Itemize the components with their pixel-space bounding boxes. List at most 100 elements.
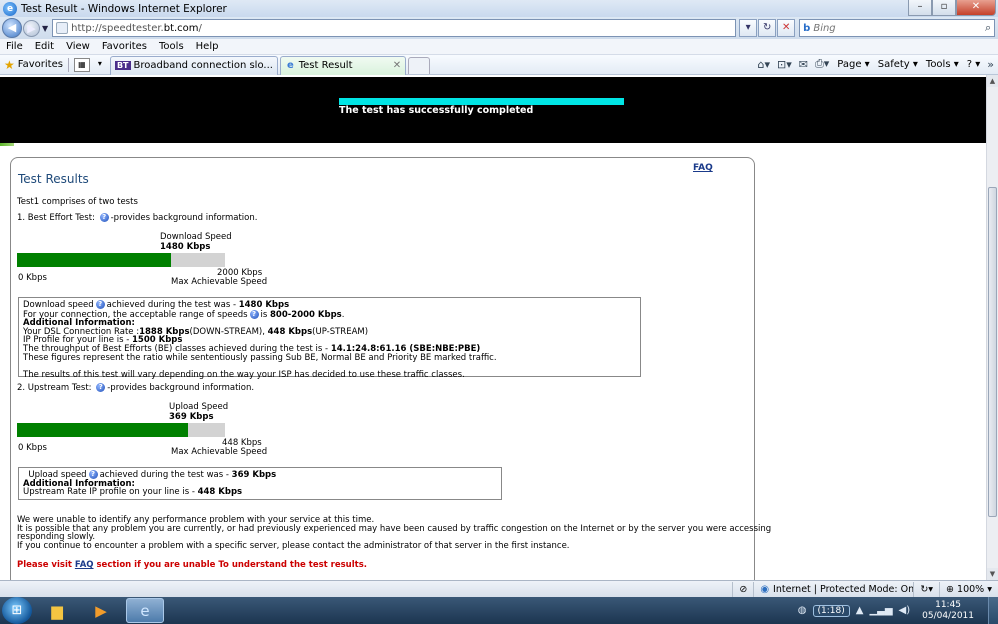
window-controls: – ▫ ✕ xyxy=(908,0,996,16)
ie-tab-icon: e xyxy=(286,60,294,71)
forward-button[interactable]: ▶ xyxy=(23,19,40,37)
test1-heading: 1. Best Effort Test: ? -provides backgrou… xyxy=(17,213,258,223)
explorer-taskbar-icon[interactable]: ▆ xyxy=(38,598,76,623)
star-icon: ★ xyxy=(4,57,15,72)
page-content: The test has successfully completed FAQ … xyxy=(0,75,986,580)
faq-inline-link[interactable]: FAQ xyxy=(75,560,94,570)
download-speed-fill xyxy=(17,253,171,267)
faq-notice: Please visit FAQ section if you are unab… xyxy=(17,560,368,570)
title-bar: e Test Result - Windows Internet Explore… xyxy=(0,0,998,17)
research-icon[interactable]: » xyxy=(987,58,994,71)
command-bar: ⌂▾ ⊡▾ ✉ ⎙▾ Page ▾ Safety ▾ Tools ▾ ? ▾ » xyxy=(750,57,994,71)
feeds-icon[interactable]: ⊡▾ xyxy=(777,58,792,71)
upload-max-caption: Max Achievable Speed xyxy=(171,447,268,457)
scroll-up-icon[interactable]: ▲ xyxy=(987,75,998,87)
test2-heading: 2. Upstream Test: ? -provides background … xyxy=(17,383,255,393)
refresh-icon[interactable]: ↻ xyxy=(758,19,777,37)
search-icon[interactable]: ⌕ xyxy=(985,21,991,35)
globe-icon: ◉ xyxy=(760,583,770,595)
upload-gauge-title: Upload Speed xyxy=(169,402,229,412)
stop-icon[interactable]: ✕ xyxy=(777,19,796,37)
menu-favorites[interactable]: Favorites xyxy=(96,41,153,52)
completion-progress-bar xyxy=(339,98,624,105)
tab-label: Broadband connection slo... xyxy=(133,60,273,71)
favorites-button[interactable]: ★ Favorites xyxy=(4,58,63,72)
tools-menu[interactable]: Tools ▾ xyxy=(926,59,959,70)
compatibility-view-icon[interactable]: ▾ xyxy=(739,19,758,37)
scroll-down-icon[interactable]: ▼ xyxy=(987,568,998,580)
zoom-icon: ⊕ xyxy=(946,583,958,595)
help-icon[interactable]: ? xyxy=(96,383,106,392)
security-zone[interactable]: ◉ Internet | Protected Mode: On xyxy=(753,581,914,597)
minimize-button[interactable]: – xyxy=(908,0,932,16)
bt-logo-icon: BT xyxy=(114,61,131,70)
url-field[interactable]: http://speedtester.bt.com/ xyxy=(52,19,737,37)
taskbar: ⊞ ▆ ▶ e ◍ (1:18) ▲ ▁▃▅ ◀) 11:45 05/04/20… xyxy=(0,597,998,624)
download-gauge-value: 1480 Kbps xyxy=(160,242,211,252)
intro-text: Test1 comprises of two tests xyxy=(17,197,138,207)
menu-view[interactable]: View xyxy=(60,41,96,52)
page-favicon-icon xyxy=(56,22,69,34)
divider xyxy=(67,57,69,72)
maximize-button[interactable]: ▫ xyxy=(932,0,956,16)
menu-file[interactable]: File xyxy=(0,41,29,52)
download-speed-bar xyxy=(17,253,225,267)
tab-close-icon[interactable]: ✕ xyxy=(393,60,401,71)
signal-icon[interactable]: ▁▃▅ xyxy=(869,605,892,616)
menu-bar: File Edit View Favorites Tools Help xyxy=(0,39,998,55)
page-title: Test Results xyxy=(18,172,89,186)
tab-broadband[interactable]: BT Broadband connection slo... xyxy=(109,55,278,75)
new-tab-button[interactable] xyxy=(408,57,431,74)
safety-menu[interactable]: Safety ▾ xyxy=(878,59,918,70)
download-max-caption: Max Achievable Speed xyxy=(171,277,268,287)
tab-label: Test Result xyxy=(298,60,353,71)
system-tray: ◍ (1:18) ▲ ▁▃▅ ◀) 11:45 05/04/2011 xyxy=(792,597,998,624)
tray-expand-icon[interactable]: ▲ xyxy=(856,605,864,616)
upload-min-label: 0 Kbps xyxy=(18,443,47,453)
scroll-thumb[interactable] xyxy=(988,187,997,517)
download-gauge-title: Download Speed xyxy=(160,232,232,242)
download-min-label: 0 Kbps xyxy=(18,273,47,283)
back-button[interactable]: ◀ xyxy=(2,18,22,38)
quick-tabs-icon[interactable]: ▦ xyxy=(73,57,90,72)
ie-app-icon: e xyxy=(3,1,17,16)
mail-icon[interactable]: ✉ xyxy=(799,58,808,71)
url-text[interactable]: http://speedtester.bt.com/ xyxy=(71,23,202,34)
history-dropdown-icon[interactable]: ▼ xyxy=(42,24,48,33)
status-banner: The test has successfully completed xyxy=(0,77,986,143)
start-button[interactable]: ⊞ xyxy=(2,597,32,624)
tray-timer[interactable]: (1:18) xyxy=(812,604,850,617)
search-input[interactable] xyxy=(813,22,964,34)
download-details-box: Download speed? achieved during the test … xyxy=(18,297,641,379)
window-title: Test Result - Windows Internet Explorer xyxy=(21,2,227,15)
faq-link[interactable]: FAQ xyxy=(693,163,713,173)
popup-status-icon[interactable]: ⊘ xyxy=(732,581,753,597)
ie-taskbar-icon[interactable]: e xyxy=(126,598,164,623)
clock[interactable]: 11:45 05/04/2011 xyxy=(922,600,974,622)
media-player-taskbar-icon[interactable]: ▶ xyxy=(82,598,120,623)
print-icon[interactable]: ⎙▾ xyxy=(815,57,829,71)
network-monitor-icon[interactable]: ◍ xyxy=(798,605,807,616)
vertical-scrollbar[interactable]: ▲ ▼ xyxy=(986,75,998,580)
tab-test-result[interactable]: e Test Result ✕ xyxy=(279,55,407,75)
menu-help[interactable]: Help xyxy=(190,41,225,52)
help-menu[interactable]: ? ▾ xyxy=(967,59,981,70)
summary-text: We were unable to identify any performan… xyxy=(17,515,772,551)
bing-icon: b xyxy=(803,22,811,34)
show-desktop-button[interactable] xyxy=(988,597,998,624)
protected-mode-icon[interactable]: ↻▾ xyxy=(913,581,939,597)
volume-icon[interactable]: ◀) xyxy=(899,605,911,616)
help-icon[interactable]: ? xyxy=(95,300,105,309)
upload-gauge-value: 369 Kbps xyxy=(169,412,214,422)
help-icon[interactable]: ? xyxy=(99,213,109,222)
status-bar: ⊘ ◉ Internet | Protected Mode: On ↻▾ ⊕ 10… xyxy=(0,580,998,597)
menu-tools[interactable]: Tools xyxy=(153,41,190,52)
search-field[interactable]: b ⌕ xyxy=(799,19,996,37)
home-icon[interactable]: ⌂▾ xyxy=(757,58,770,71)
help-icon[interactable]: ? xyxy=(249,309,259,319)
tab-list-icon[interactable]: ▾ xyxy=(92,58,108,72)
zoom-level[interactable]: ⊕ 100% ▾ xyxy=(939,581,998,597)
menu-edit[interactable]: Edit xyxy=(29,41,60,52)
close-button[interactable]: ✕ xyxy=(956,0,996,16)
page-menu[interactable]: Page ▾ xyxy=(837,59,869,70)
